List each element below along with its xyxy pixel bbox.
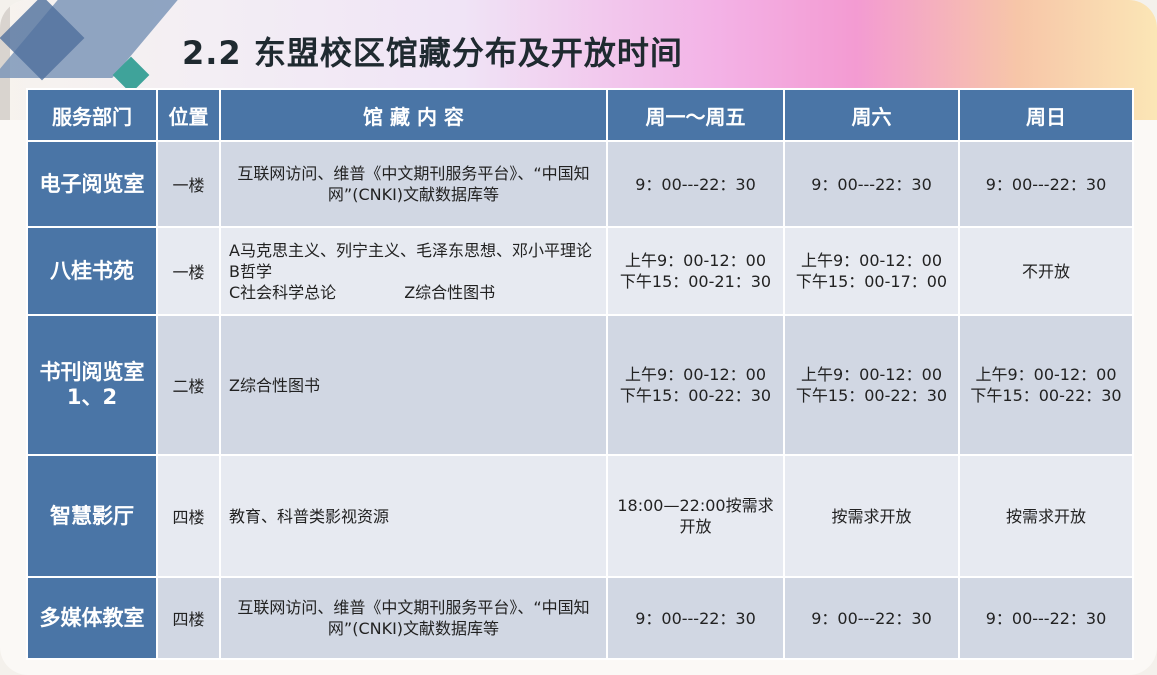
location: 一楼: [156, 226, 221, 316]
header-sunday: 周日: [958, 88, 1134, 142]
dept-name: 智慧影厅: [26, 454, 158, 578]
hours-line: 下午15：00-17：00: [795, 272, 948, 291]
hours-line: 上午9：00-12：00: [800, 251, 943, 270]
weekday-hours: 18:00—22:00按需求开放: [606, 454, 785, 578]
page-title: 2.2 东盟校区馆藏分布及开放时间: [182, 34, 683, 72]
location: 四楼: [156, 454, 221, 578]
sunday-hours: 9：00---22：30: [958, 576, 1134, 660]
header-saturday: 周六: [783, 88, 960, 142]
collection-content: 教育、科普类影视资源: [219, 454, 608, 578]
hours-line: 下午15：00-22：30: [795, 386, 948, 405]
weekday-hours: 9：00---22：30: [606, 576, 785, 660]
collection-content: A马克思主义、列宁主义、毛泽东思想、邓小平理论 B哲学 C社会科学总论 Z综合性图…: [219, 226, 608, 316]
content-line: B哲学: [229, 261, 272, 281]
table-row: 八桂书苑 一楼 A马克思主义、列宁主义、毛泽东思想、邓小平理论 B哲学 C社会科…: [26, 226, 1134, 316]
collection-content: 互联网访问、维普《中文期刊服务平台》、“中国知网”(CNKI)文献数据库等: [219, 576, 608, 660]
weekday-hours: 上午9：00-12：00 下午15：00-21：30: [606, 226, 785, 316]
header-content: 馆 藏 内 容: [219, 88, 608, 142]
hours-line: 下午15：00-22：30: [619, 386, 772, 405]
hours-line: 上午9：00-12：00: [624, 251, 767, 270]
hours-line: 下午15：00-22：30: [970, 386, 1122, 405]
sunday-hours: 按需求开放: [958, 454, 1134, 578]
content-line: C社会科学总论 Z综合性图书: [229, 282, 606, 303]
dept-name: 书刊阅览室 1、2: [26, 314, 158, 456]
saturday-hours: 上午9：00-12：00 下午15：00-17：00: [783, 226, 960, 316]
location: 一楼: [156, 140, 221, 228]
content-item: C社会科学总论: [229, 282, 337, 302]
table-row: 多媒体教室 四楼 互联网访问、维普《中文期刊服务平台》、“中国知网”(CNKI)…: [26, 576, 1134, 660]
slide: 2.2 东盟校区馆藏分布及开放时间 服务部门 位置 馆 藏 内 容 周一～周五 …: [0, 0, 1157, 675]
sunday-hours: 不开放: [958, 226, 1134, 316]
weekday-hours: 上午9：00-12：00 下午15：00-22：30: [606, 314, 785, 456]
weekday-hours: 9：00---22：30: [606, 140, 785, 228]
dept-line: 1、2: [66, 385, 118, 409]
saturday-hours: 按需求开放: [783, 454, 960, 578]
location: 二楼: [156, 314, 221, 456]
saturday-hours: 9：00---22：30: [783, 576, 960, 660]
saturday-hours: 9：00---22：30: [783, 140, 960, 228]
dept-name: 八桂书苑: [26, 226, 158, 316]
sunday-hours: 9：00---22：30: [958, 140, 1134, 228]
hours-line: 下午15：00-21：30: [619, 272, 772, 291]
header-weekday: 周一～周五: [606, 88, 785, 142]
table-row: 智慧影厅 四楼 教育、科普类影视资源 18:00—22:00按需求开放 按需求开…: [26, 454, 1134, 578]
hours-line: 上午9：00-12：00: [624, 365, 767, 384]
location: 四楼: [156, 576, 221, 660]
header-dept: 服务部门: [26, 88, 158, 142]
dept-line: 书刊阅览室: [39, 360, 145, 384]
table-row: 书刊阅览室 1、2 二楼 Z综合性图书 上午9：00-12：00 下午15：00…: [26, 314, 1134, 456]
hours-table: 服务部门 位置 馆 藏 内 容 周一～周五 周六 周日 电子阅览室 一楼 互联网…: [26, 88, 1134, 660]
saturday-hours: 上午9：00-12：00 下午15：00-22：30: [783, 314, 960, 456]
dept-name: 电子阅览室: [26, 140, 158, 228]
table-header-row: 服务部门 位置 馆 藏 内 容 周一～周五 周六 周日: [26, 88, 1134, 142]
dept-name: 多媒体教室: [26, 576, 158, 660]
content-line: A马克思主义、列宁主义、毛泽东思想、邓小平理论: [229, 240, 592, 260]
hours-line: 上午9：00-12：00: [800, 365, 943, 384]
hours-line: 上午9：00-12：00: [975, 365, 1117, 384]
table-row: 电子阅览室 一楼 互联网访问、维普《中文期刊服务平台》、“中国知网”(CNKI)…: [26, 140, 1134, 228]
sunday-hours: 上午9：00-12：00 下午15：00-22：30: [958, 314, 1134, 456]
header-location: 位置: [156, 88, 221, 142]
collection-content: Z综合性图书: [219, 314, 608, 456]
collection-content: 互联网访问、维普《中文期刊服务平台》、“中国知网”(CNKI)文献数据库等: [219, 140, 608, 228]
content-item: Z综合性图书: [404, 282, 496, 302]
